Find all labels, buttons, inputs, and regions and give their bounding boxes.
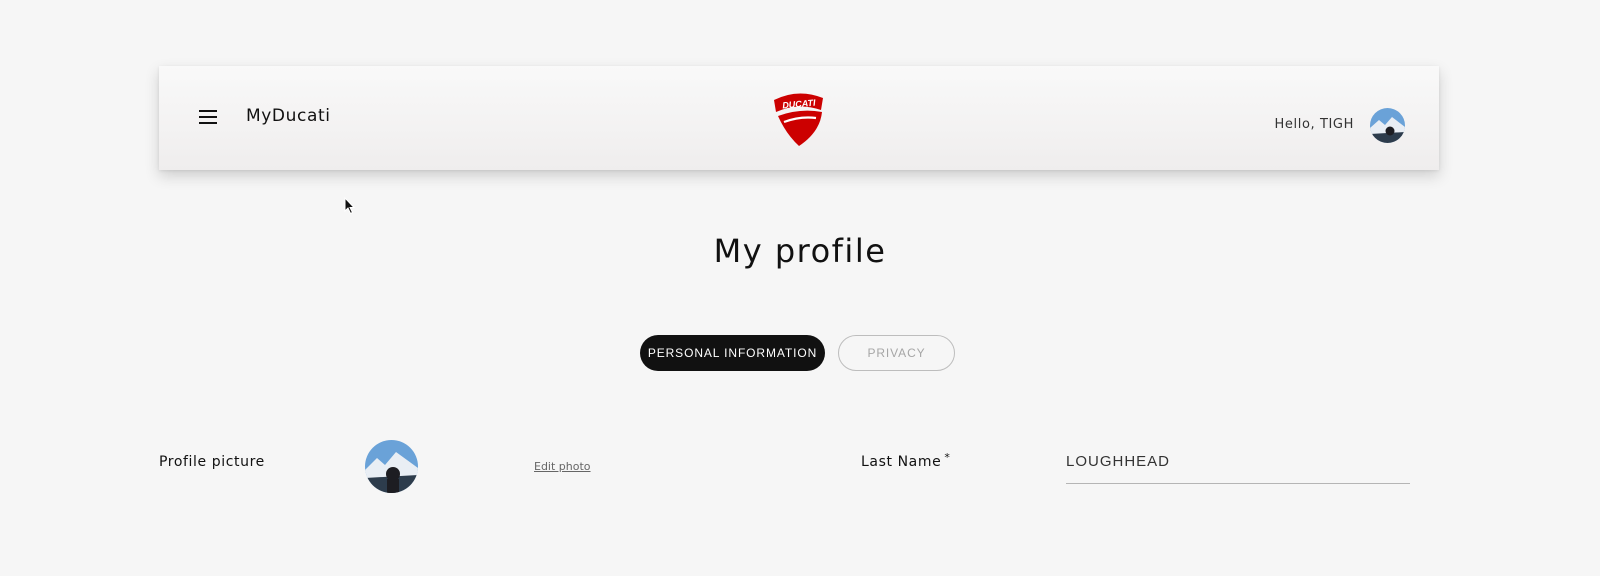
ducati-logo-text: DUCATI <box>782 98 817 111</box>
top-header-bar: MyDucati DUCATI Hello, TIGH <box>159 66 1439 170</box>
last-name-label-text: Last Name <box>861 454 942 470</box>
mouse-cursor-icon <box>344 197 356 215</box>
page-title: My profile <box>713 232 887 270</box>
app-title[interactable]: MyDucati <box>246 106 331 126</box>
edit-photo-link[interactable]: Edit photo <box>534 460 591 473</box>
profile-picture-label: Profile picture <box>159 454 265 470</box>
tab-personal-information[interactable]: PERSONAL INFORMATION <box>640 335 825 371</box>
profile-picture-avatar <box>365 440 418 493</box>
required-marker: * <box>944 451 951 464</box>
header-avatar[interactable] <box>1370 108 1405 143</box>
hamburger-menu-icon[interactable] <box>199 110 217 124</box>
ducati-logo[interactable]: DUCATI <box>770 88 826 148</box>
last-name-input[interactable] <box>1066 448 1410 484</box>
tab-privacy[interactable]: PRIVACY <box>838 335 955 371</box>
greeting-text: Hello, TIGH <box>1274 117 1354 132</box>
last-name-label: Last Name * <box>861 451 951 470</box>
